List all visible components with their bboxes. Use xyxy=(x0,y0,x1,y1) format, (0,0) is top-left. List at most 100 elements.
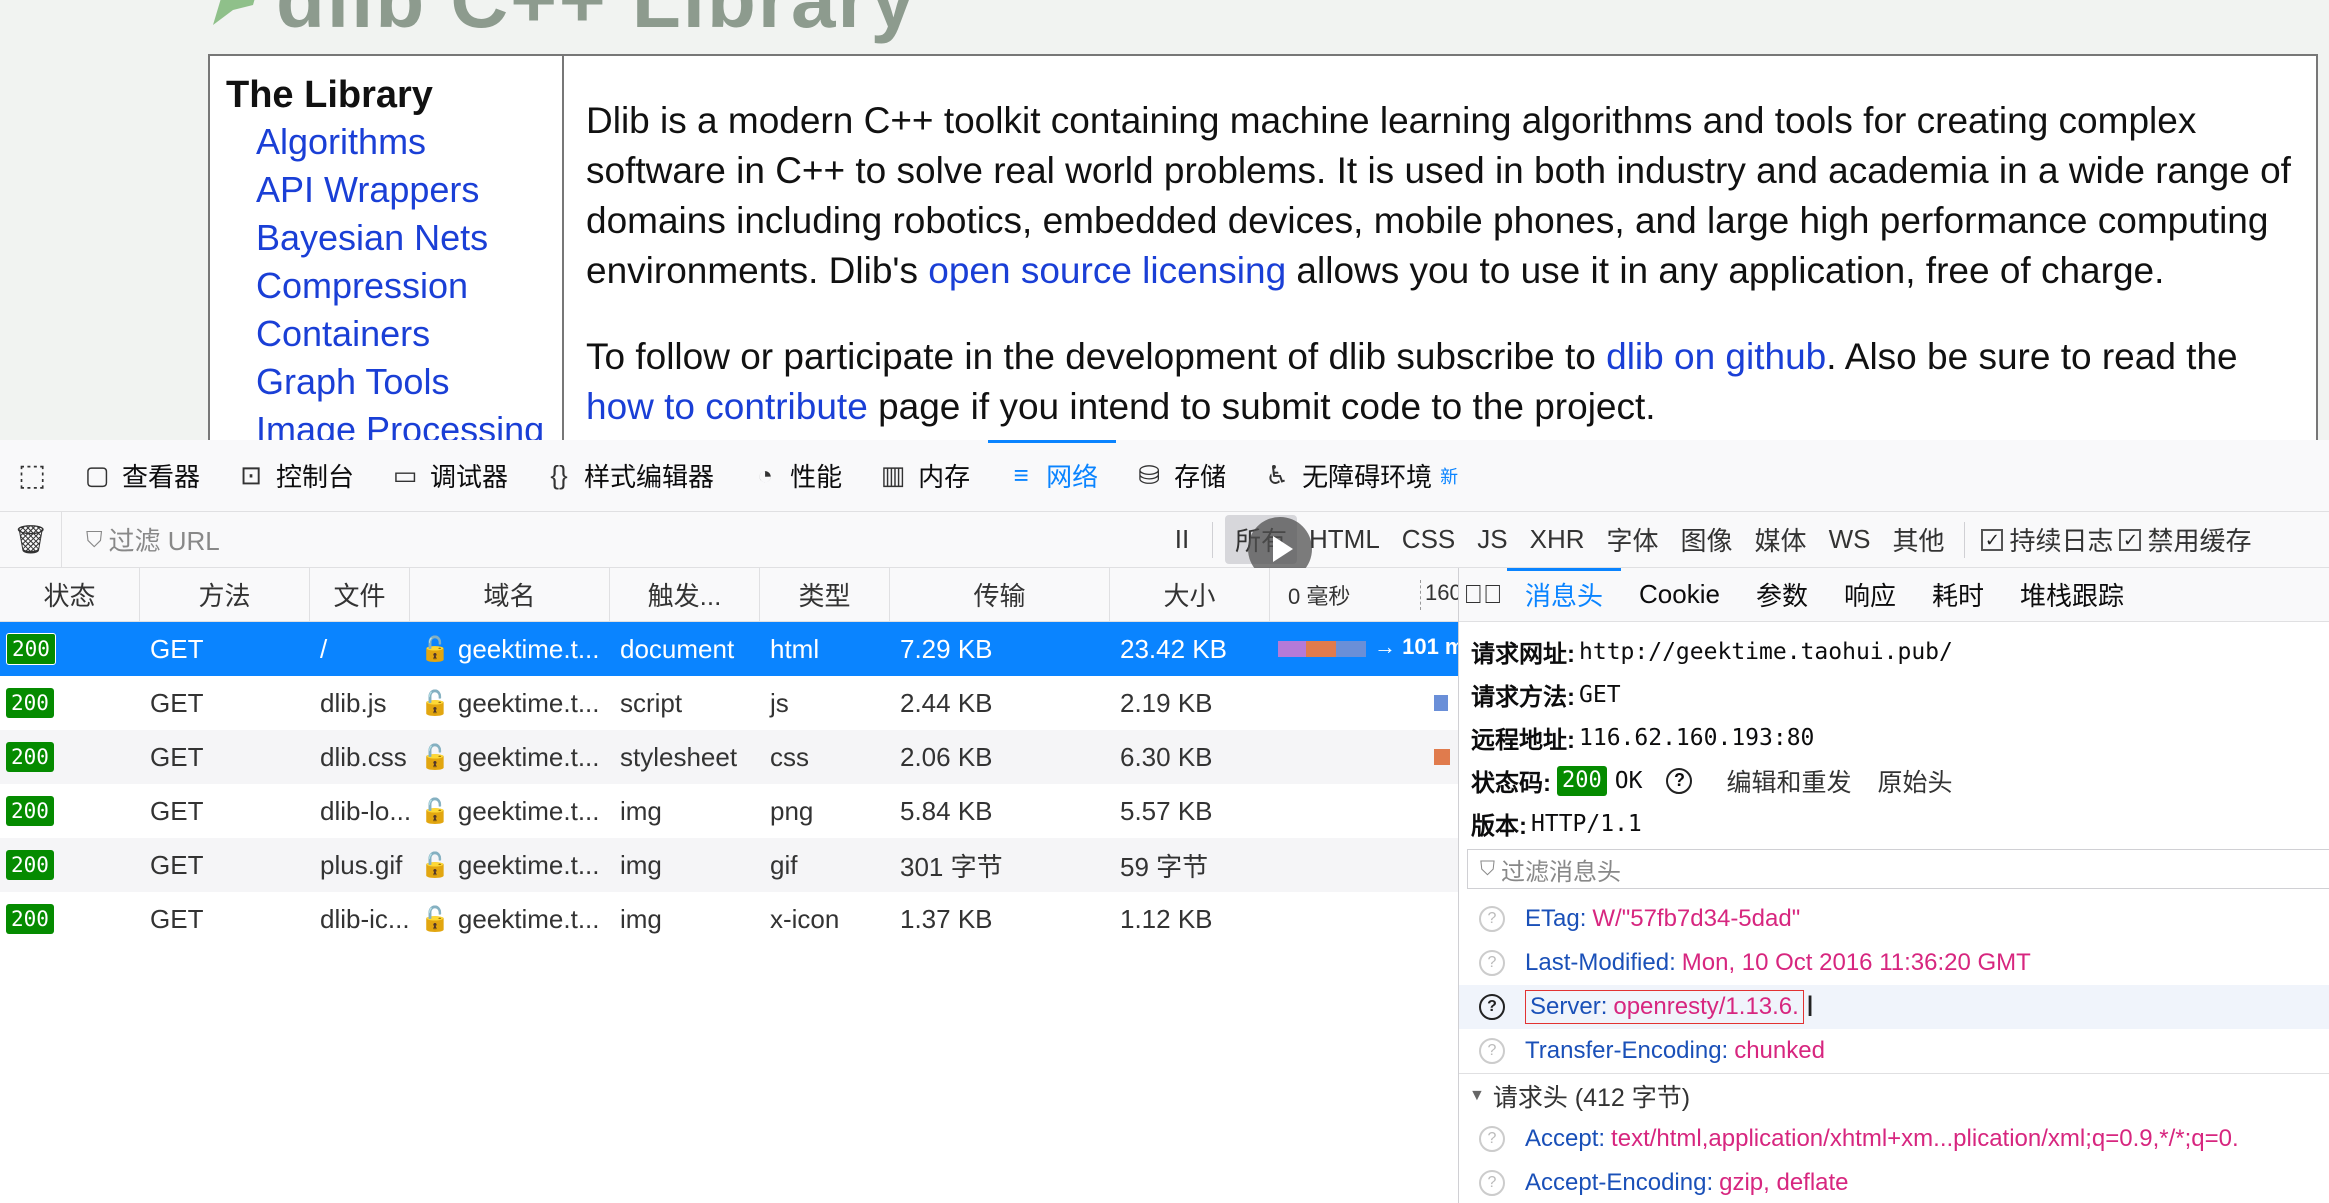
request-summary: 请求网址: http://geektime.taohui.pub/ 请求方法: … xyxy=(1459,622,2329,845)
table-row[interactable]: 200 GET dlib.css 🔓 geektime.t... styleshe… xyxy=(0,730,1458,784)
disable-cache-checkbox[interactable]: ✓ 禁用缓存 xyxy=(2119,521,2252,558)
initiator-cell: script xyxy=(620,687,683,718)
filter-type-media[interactable]: 媒体 xyxy=(1745,515,1817,564)
nav-link-graph-tools[interactable]: Graph Tools xyxy=(226,358,562,406)
column-header-domain[interactable]: 域名 xyxy=(410,568,610,622)
header-value: openresty/1.13.6. xyxy=(1613,993,1799,1020)
request-header-row[interactable]: ? Accept-Encoding: gzip, deflate xyxy=(1459,1161,2329,1203)
dlib-github-link[interactable]: dlib on github xyxy=(1606,336,1826,377)
filter-headers-input[interactable]: ⛉ 过滤消息头 xyxy=(1467,849,2329,889)
waterfall-cell xyxy=(1270,676,1458,730)
nav-link-api-wrappers[interactable]: API Wrappers xyxy=(226,166,562,214)
table-body: 200 GET / 🔓 geektime.t... document html 7… xyxy=(0,622,1458,946)
tab-network[interactable]: ≡ 网络 xyxy=(988,439,1117,512)
nav-link-algorithms[interactable]: Algorithms xyxy=(226,118,562,166)
nav-link-containers[interactable]: Containers xyxy=(226,310,562,358)
waterfall-cell xyxy=(1270,838,1458,892)
request-headers-section[interactable]: ▼ 请求头 (412 字节) xyxy=(1459,1073,2329,1117)
divider xyxy=(1964,521,1966,558)
tab-memory[interactable]: ▥ 内存 xyxy=(860,440,988,512)
nav-link-compression[interactable]: Compression xyxy=(226,262,562,310)
style-editor-icon: {} xyxy=(550,460,568,490)
raw-headers-toggle[interactable]: 原始头 xyxy=(1877,763,1952,799)
tab-style-editor-label: 样式编辑器 xyxy=(584,462,715,492)
status-cell: 200 xyxy=(0,676,140,730)
column-header-type[interactable]: 类型 xyxy=(760,568,890,622)
tab-inspector[interactable]: ▢ 查看器 xyxy=(64,440,218,512)
transferred-cell: 5.84 KB xyxy=(900,795,993,826)
edit-resend-button[interactable]: 编辑和重发 xyxy=(1726,763,1851,799)
column-header-file[interactable]: 文件 xyxy=(310,568,410,622)
method-cell: GET xyxy=(150,687,204,718)
tab-params[interactable]: 参数 xyxy=(1738,568,1826,622)
tab-timings[interactable]: 耗时 xyxy=(1914,568,2002,622)
domain-cell: 🔓 geektime.t... xyxy=(410,838,610,892)
column-header-method[interactable]: 方法 xyxy=(140,568,310,622)
tab-debugger[interactable]: ▭ 调试器 xyxy=(372,440,526,512)
tab-storage[interactable]: ⛁ 存储 xyxy=(1116,440,1244,512)
filter-url-input[interactable]: ⛉ 过滤 URL xyxy=(62,520,1142,560)
tab-cookies[interactable]: Cookie xyxy=(1621,568,1738,622)
table-row[interactable]: 200 GET / 🔓 geektime.t... document html 7… xyxy=(0,622,1458,676)
type-cell: png xyxy=(770,795,814,826)
nav-link-image-processing[interactable]: Image Processing xyxy=(226,406,562,440)
insecure-connection-icon: 🔓 xyxy=(420,797,450,825)
help-icon[interactable]: ? xyxy=(1479,1038,1505,1064)
element-picker-icon[interactable]: ⬚ xyxy=(0,440,64,512)
web-page-viewport: dlib C++ Library The Library Algorithms … xyxy=(0,0,2329,440)
filter-type-html[interactable]: HTML xyxy=(1299,518,1390,561)
header-name: Server: xyxy=(1530,993,1608,1020)
column-header-initiator[interactable]: 触发... xyxy=(610,568,760,622)
column-header-size[interactable]: 大小 xyxy=(1110,568,1270,622)
disable-cache-label: 禁用缓存 xyxy=(2147,526,2252,556)
persist-log-checkbox[interactable]: ✓ 持续日志 xyxy=(1981,521,2113,558)
type-cell: css xyxy=(770,741,809,772)
tab-performance[interactable]: ◔ 性能 xyxy=(732,440,860,512)
help-icon[interactable]: ? xyxy=(1666,767,1693,794)
filter-type-fonts[interactable]: 字体 xyxy=(1597,515,1669,564)
tab-response[interactable]: 响应 xyxy=(1826,568,1914,622)
help-icon[interactable]: ? xyxy=(1479,1126,1505,1152)
request-method-label: 请求方法: xyxy=(1471,684,1575,711)
table-row[interactable]: 200 GET dlib-lo... 🔓 geektime.t... img pn… xyxy=(0,784,1458,838)
response-header-row[interactable]: ? Last-Modified: Mon, 10 Oct 2016 11:36:… xyxy=(1459,941,2329,985)
tab-style-editor[interactable]: {} 样式编辑器 xyxy=(526,440,732,512)
table-row[interactable]: 200 GET plus.gif 🔓 geektime.t... img gif … xyxy=(0,838,1458,892)
tab-accessibility[interactable]: ♿ 无障碍环境新 xyxy=(1244,440,1476,512)
domain-text: geektime.t... xyxy=(457,849,600,880)
waterfall-bar xyxy=(1434,749,1450,765)
help-icon[interactable]: ? xyxy=(1479,1170,1505,1196)
tab-stack-trace[interactable]: 堆栈跟踪 xyxy=(2002,568,2142,622)
tab-headers[interactable]: 消息头 xyxy=(1507,568,1622,622)
filter-type-css[interactable]: CSS xyxy=(1392,518,1465,561)
response-header-row[interactable]: ? Transfer-Encoding: chunked xyxy=(1459,1029,2329,1073)
filter-type-other[interactable]: 其他 xyxy=(1882,515,1954,564)
domain-text: geektime.t... xyxy=(457,903,600,934)
help-icon[interactable]: ? xyxy=(1479,994,1505,1020)
filter-type-js[interactable]: JS xyxy=(1467,518,1517,561)
table-row[interactable]: 200 GET dlib-ic... 🔓 geektime.t... img x-… xyxy=(0,892,1458,946)
request-header-row[interactable]: ? Accept: text/html,application/xhtml+xm… xyxy=(1459,1117,2329,1161)
toggle-sidebar-icon[interactable]: ▷⃞ xyxy=(1459,579,1507,610)
request-method-row: 请求方法: GET xyxy=(1471,673,2329,716)
response-header-row[interactable]: ? Server: openresty/1.13.6. I xyxy=(1459,985,2329,1029)
clear-trash-icon[interactable]: 🗑 xyxy=(0,511,62,568)
tab-console[interactable]: ⊡ 控制台 xyxy=(218,440,372,512)
open-source-licensing-link[interactable]: open source licensing xyxy=(928,250,1286,291)
how-to-contribute-link[interactable]: how to contribute xyxy=(586,386,868,427)
help-icon[interactable]: ? xyxy=(1479,950,1505,976)
response-header-row[interactable]: ? ETag: W/"57fb7d34-5dad" xyxy=(1459,897,2329,941)
pause-icon[interactable]: II xyxy=(1162,524,1202,555)
filter-type-xhr[interactable]: XHR xyxy=(1520,518,1595,561)
initiator-cell: img xyxy=(620,795,662,826)
filter-type-images[interactable]: 图像 xyxy=(1671,515,1743,564)
nav-link-bayesian-nets[interactable]: Bayesian Nets xyxy=(226,214,562,262)
page-content: Dlib is a modern C++ toolkit containing … xyxy=(566,56,2316,440)
help-icon[interactable]: ? xyxy=(1479,906,1505,932)
table-row[interactable]: 200 GET dlib.js 🔓 geektime.t... script js… xyxy=(0,676,1458,730)
column-header-status[interactable]: 状态 xyxy=(0,568,140,622)
contribute-text-c: page if you intend to submit code to the… xyxy=(867,386,1656,427)
column-header-transferred[interactable]: 传输 xyxy=(890,568,1110,622)
status-text: OK xyxy=(1614,767,1643,794)
filter-type-ws[interactable]: WS xyxy=(1819,518,1881,561)
